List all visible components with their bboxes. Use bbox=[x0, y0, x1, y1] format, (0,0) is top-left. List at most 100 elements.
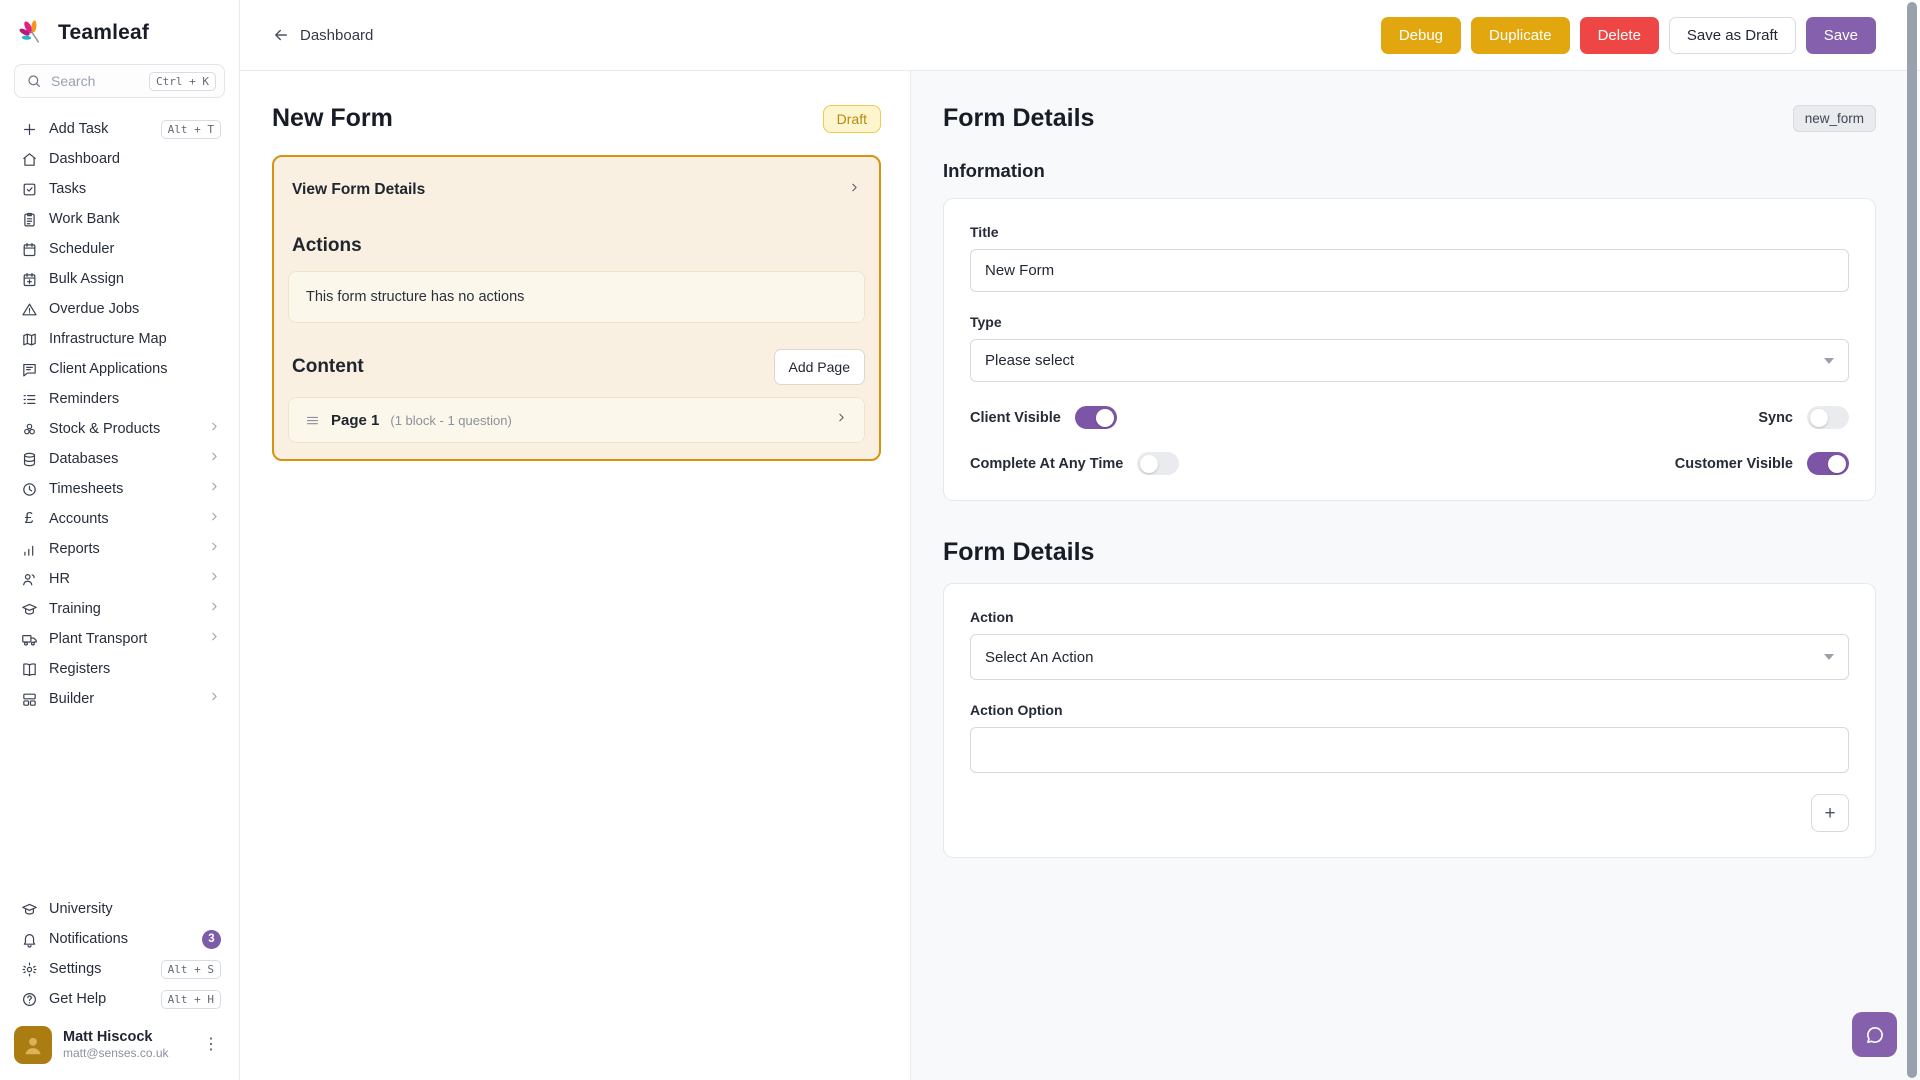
sidebar-nav: Add Task Alt + T Dashboard Tasks Work Ba… bbox=[0, 104, 239, 714]
sidebar-item-hr[interactable]: HR bbox=[8, 564, 231, 594]
sidebar-item-timesheets[interactable]: Timesheets bbox=[8, 474, 231, 504]
chevron-right-icon bbox=[208, 540, 221, 558]
page-scrollbar[interactable] bbox=[1904, 0, 1920, 1080]
sidebar-item-bulk-assign[interactable]: Bulk Assign bbox=[8, 264, 231, 294]
nav-item-label: Client Applications bbox=[49, 361, 168, 377]
form-structure-panel: New Form Draft View Form Details Actions… bbox=[240, 71, 911, 1080]
shortcut-kbd: Alt + S bbox=[161, 960, 221, 979]
form-details-panel: Form Details new_form Information Title … bbox=[911, 71, 1920, 1080]
title-field-input[interactable] bbox=[970, 249, 1849, 292]
chevron-right-icon bbox=[835, 411, 848, 429]
sidebar-item-registers[interactable]: Registers bbox=[8, 654, 231, 684]
sidebar-item-builder[interactable]: Builder bbox=[8, 684, 231, 714]
toggle-label: Complete At Any Time bbox=[970, 456, 1123, 472]
breadcrumb: Dashboard bbox=[300, 27, 373, 44]
toggle-row-sync: Sync bbox=[1410, 406, 1850, 429]
chevron-right-icon bbox=[208, 480, 221, 498]
sidebar-item-notifications[interactable]: Notifications 3 bbox=[8, 924, 231, 954]
nav-item-label: Work Bank bbox=[49, 211, 120, 227]
nav-item-label: Overdue Jobs bbox=[49, 301, 139, 317]
scrollbar-thumb[interactable] bbox=[1907, 2, 1917, 1078]
truck-icon bbox=[20, 630, 38, 648]
clipboard-icon bbox=[20, 210, 38, 228]
toggle-grid: Client Visible Sync Complete At Any Time… bbox=[970, 406, 1849, 475]
app-title: Teamleaf bbox=[58, 21, 149, 45]
chevron-right-icon bbox=[208, 690, 221, 708]
add-page-button[interactable]: Add Page bbox=[774, 349, 866, 385]
chevron-right-icon bbox=[208, 420, 221, 438]
chevron-right-icon bbox=[208, 570, 221, 588]
pound-icon: £ bbox=[20, 510, 38, 528]
back-to-dashboard[interactable]: Dashboard bbox=[272, 26, 373, 44]
view-form-details-label: View Form Details bbox=[292, 181, 425, 199]
main-area: Dashboard Debug Duplicate Delete Save as Dr… bbox=[240, 0, 1920, 1080]
sidebar-item-reports[interactable]: Reports bbox=[8, 534, 231, 564]
sidebar-item-tasks[interactable]: Tasks bbox=[8, 174, 231, 204]
sidebar-item-training[interactable]: Training bbox=[8, 594, 231, 624]
type-select[interactable]: Please select bbox=[970, 339, 1849, 382]
client-visible-toggle[interactable] bbox=[1075, 406, 1117, 429]
notification-count-badge: 3 bbox=[202, 930, 221, 949]
sidebar-item-plant-transport[interactable]: Plant Transport bbox=[8, 624, 231, 654]
tasks-icon bbox=[20, 180, 38, 198]
toggle-row-complete-at-any-time: Complete At Any Time bbox=[970, 452, 1410, 475]
save-button[interactable]: Save bbox=[1806, 17, 1876, 54]
toggle-label: Customer Visible bbox=[1675, 456, 1793, 472]
sidebar-item-reminders[interactable]: Reminders bbox=[8, 384, 231, 414]
sidebar-item-databases[interactable]: Databases bbox=[8, 444, 231, 474]
sidebar-item-work-bank[interactable]: Work Bank bbox=[8, 204, 231, 234]
users-icon bbox=[20, 570, 38, 588]
home-icon bbox=[20, 150, 38, 168]
shortcut-kbd: Alt + T bbox=[161, 120, 221, 139]
nav-item-label: Accounts bbox=[49, 511, 109, 527]
debug-button[interactable]: Debug bbox=[1381, 17, 1461, 54]
app-logo[interactable]: Teamleaf bbox=[0, 0, 239, 62]
nav-item-label: Infrastructure Map bbox=[49, 331, 167, 347]
sidebar-item-accounts[interactable]: £ Accounts bbox=[8, 504, 231, 534]
chat-button[interactable] bbox=[1852, 1012, 1897, 1057]
sidebar-item-dashboard[interactable]: Dashboard bbox=[8, 144, 231, 174]
nav-item-label: Reports bbox=[49, 541, 100, 557]
shortcut-kbd: Alt + H bbox=[161, 990, 221, 1009]
user-profile[interactable]: Matt Hiscock matt@senses.co.uk ⋮ bbox=[0, 1014, 239, 1080]
profile-name: Matt Hiscock bbox=[63, 1029, 169, 1046]
sidebar: Teamleaf Search Ctrl + K Add Task Alt + … bbox=[0, 0, 240, 1080]
search-input[interactable]: Search Ctrl + K bbox=[14, 64, 225, 98]
sidebar-item-scheduler[interactable]: Scheduler bbox=[8, 234, 231, 264]
sync-toggle[interactable] bbox=[1807, 406, 1849, 429]
alert-triangle-icon bbox=[20, 300, 38, 318]
toggle-label: Sync bbox=[1758, 410, 1793, 426]
profile-email: matt@senses.co.uk bbox=[63, 1046, 169, 1062]
sidebar-item-overdue-jobs[interactable]: Overdue Jobs bbox=[8, 294, 231, 324]
nav-item-label: Add Task bbox=[49, 121, 108, 137]
view-form-details-row[interactable]: View Form Details bbox=[274, 157, 879, 221]
status-badge: Draft bbox=[823, 105, 881, 133]
sidebar-item-client-applications[interactable]: Client Applications bbox=[8, 354, 231, 384]
drag-handle-icon[interactable] bbox=[305, 413, 320, 428]
sidebar-item-infrastructure-map[interactable]: Infrastructure Map bbox=[8, 324, 231, 354]
sidebar-item-stock-products[interactable]: Stock & Products bbox=[8, 414, 231, 444]
nav-item-label: Registers bbox=[49, 661, 110, 677]
action-option-input[interactable] bbox=[970, 727, 1849, 773]
save-as-draft-button[interactable]: Save as Draft bbox=[1669, 17, 1796, 54]
sidebar-item-settings[interactable]: Settings Alt + S bbox=[8, 954, 231, 984]
dots-vertical-icon[interactable]: ⋮ bbox=[197, 1033, 225, 1057]
delete-button[interactable]: Delete bbox=[1580, 17, 1659, 54]
sidebar-footer-nav: University Notifications 3 Settings Alt … bbox=[0, 894, 239, 1014]
duplicate-button[interactable]: Duplicate bbox=[1471, 17, 1570, 54]
page-row[interactable]: Page 1(1 block - 1 question) bbox=[288, 397, 865, 443]
sidebar-item-get-help[interactable]: Get Help Alt + H bbox=[8, 984, 231, 1014]
form-title-heading: New Form bbox=[272, 104, 393, 133]
sidebar-item-university[interactable]: University bbox=[8, 894, 231, 924]
nav-item-label: Scheduler bbox=[49, 241, 114, 257]
customer-visible-toggle[interactable] bbox=[1807, 452, 1849, 475]
add-action-button[interactable]: + bbox=[1811, 794, 1849, 832]
nav-item-label: Notifications bbox=[49, 931, 128, 947]
action-select[interactable]: Select An Action bbox=[970, 634, 1849, 680]
page-list: Page 1(1 block - 1 question) bbox=[274, 397, 879, 443]
graduation-icon bbox=[20, 900, 38, 918]
complete-at-any-time-toggle[interactable] bbox=[1137, 452, 1179, 475]
sidebar-item-add-task[interactable]: Add Task Alt + T bbox=[8, 114, 231, 144]
type-select-value: Please select bbox=[985, 352, 1074, 369]
toggle-label: Client Visible bbox=[970, 410, 1061, 426]
